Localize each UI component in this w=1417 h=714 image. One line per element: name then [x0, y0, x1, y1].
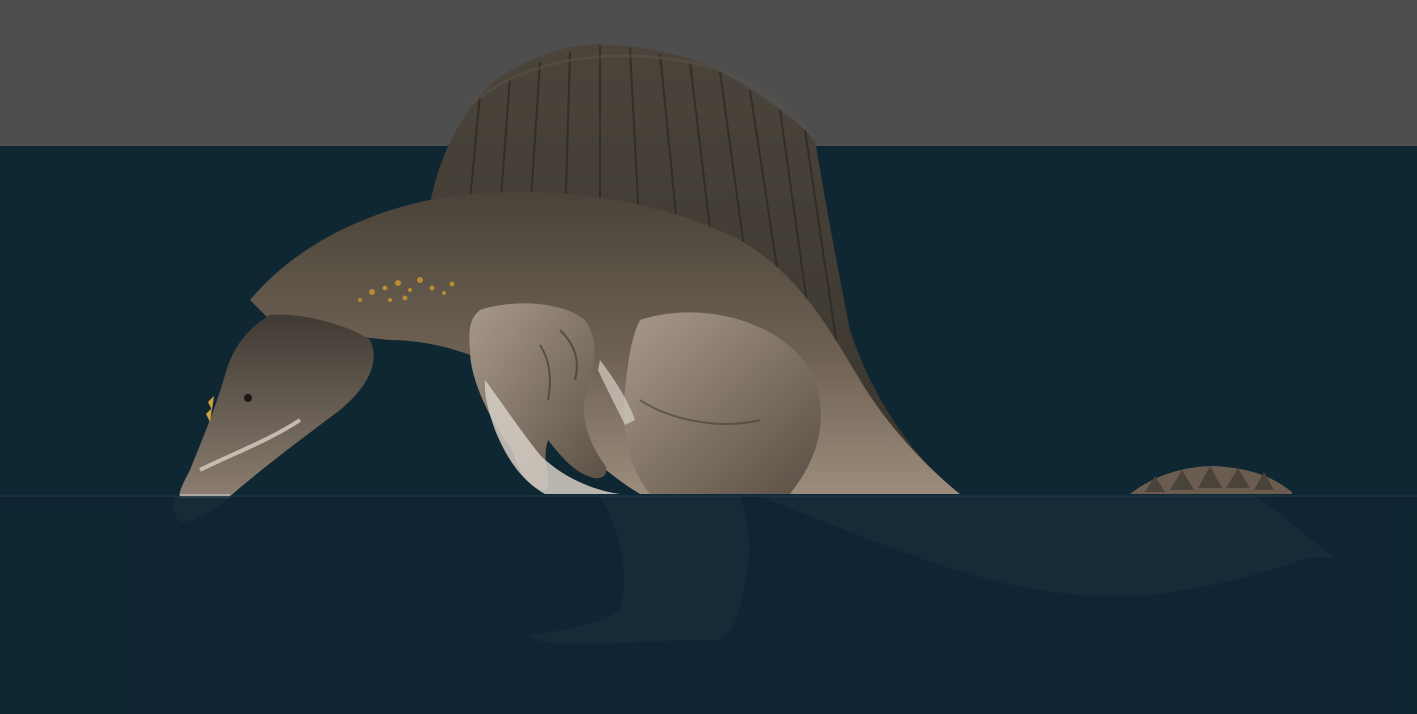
waterline [0, 495, 1417, 497]
tail-crest [1130, 466, 1292, 494]
head [179, 314, 374, 498]
water-surface-overlay [0, 496, 1417, 714]
viewport-canvas[interactable] [0, 0, 1417, 714]
